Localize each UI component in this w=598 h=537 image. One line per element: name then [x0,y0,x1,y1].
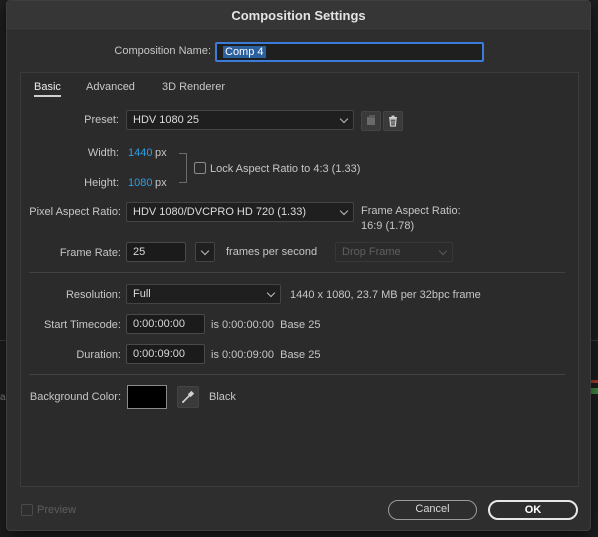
eyedropper-icon [182,390,195,403]
drop-frame-value: Drop Frame [342,246,401,258]
composition-name-label: Composition Name: [114,45,211,57]
height-unit: px [155,177,167,189]
duration-input[interactable]: 0:00:09:00 [126,344,205,364]
frame-aspect-label: Frame Aspect Ratio: [361,205,461,217]
composition-name-value: Comp 4 [223,46,266,58]
chevron-down-icon [438,246,448,256]
duration-label: Duration: [76,349,121,361]
drop-frame-select: Drop Frame [335,242,453,262]
background-divider [591,340,598,341]
ok-button[interactable]: OK [488,500,578,520]
resolution-select[interactable]: Full [126,284,281,304]
frame-rate-input[interactable]: 25 [126,242,186,262]
dialog-title: Composition Settings [7,1,590,31]
background-timeline-bar [591,388,598,394]
tab-3d-renderer[interactable]: 3D Renderer [162,81,225,93]
resolution-label: Resolution: [65,289,121,301]
frames-per-second-label: frames per second [226,246,318,258]
app-window: a Composition Settings Composition Name:… [0,0,598,537]
cancel-button[interactable]: Cancel [388,500,477,520]
frame-rate-value: 25 [133,246,146,258]
lock-aspect-checkbox[interactable] [194,162,206,174]
width-label: Width: [87,147,119,159]
background-timeline-marker [591,380,598,383]
save-preset-icon [367,115,375,125]
section-divider [29,272,565,273]
background-color-swatch[interactable] [127,385,167,409]
delete-preset-button[interactable] [383,111,403,131]
pixel-aspect-select[interactable]: HDV 1080/DVCPRO HD 720 (1.33) [126,202,354,222]
chevron-down-icon [266,288,276,298]
background-color-label: Background Color: [29,391,121,403]
height-value[interactable]: 1080 [128,177,152,189]
tab-basic[interactable]: Basic [34,81,61,97]
preset-select[interactable]: HDV 1080 25 [126,110,354,130]
duration-value: 0:00:09:00 [133,348,185,360]
eyedropper-button[interactable] [177,386,199,408]
aspect-link-bracket [179,153,187,183]
resolution-value: Full [133,288,151,300]
preset-value: HDV 1080 25 [133,114,200,126]
height-label: Height: [84,177,119,189]
composition-name-input[interactable]: Comp 4 [215,42,484,62]
frame-rate-label: Frame Rate: [59,247,121,259]
duration-info: is 0:00:09:00 Base 25 [211,349,321,361]
frame-aspect-value: 16:9 (1.78) [361,220,415,232]
frame-rate-dropdown[interactable] [195,242,215,262]
start-timecode-value: 0:00:00:00 [133,318,185,330]
pixel-aspect-label: Pixel Aspect Ratio: [29,206,121,218]
composition-settings-dialog: Composition Settings Composition Name: C… [6,0,591,531]
save-preset-button[interactable] [361,111,381,131]
start-timecode-info: is 0:00:00:00 Base 25 [211,319,321,331]
pixel-aspect-value: HDV 1080/DVCPRO HD 720 (1.33) [133,206,307,218]
settings-panel [20,72,579,487]
background-color-name: Black [209,391,236,403]
trash-icon [389,115,397,127]
width-value[interactable]: 1440 [128,147,152,159]
preset-label: Preset: [84,114,119,126]
preview-label: Preview [37,504,77,516]
tab-advanced[interactable]: Advanced [86,81,135,93]
width-unit: px [155,147,167,159]
preview-checkbox [21,504,33,516]
resolution-info: 1440 x 1080, 23.7 MB per 32bpc frame [290,289,481,301]
background-text: a [0,392,6,403]
section-divider [29,374,565,375]
chevron-down-icon [200,246,210,256]
chevron-down-icon [339,206,349,216]
start-timecode-input[interactable]: 0:00:00:00 [126,314,205,334]
chevron-down-icon [339,114,349,124]
start-timecode-label: Start Timecode: [43,319,121,331]
lock-aspect-label: Lock Aspect Ratio to 4:3 (1.33) [210,163,361,175]
